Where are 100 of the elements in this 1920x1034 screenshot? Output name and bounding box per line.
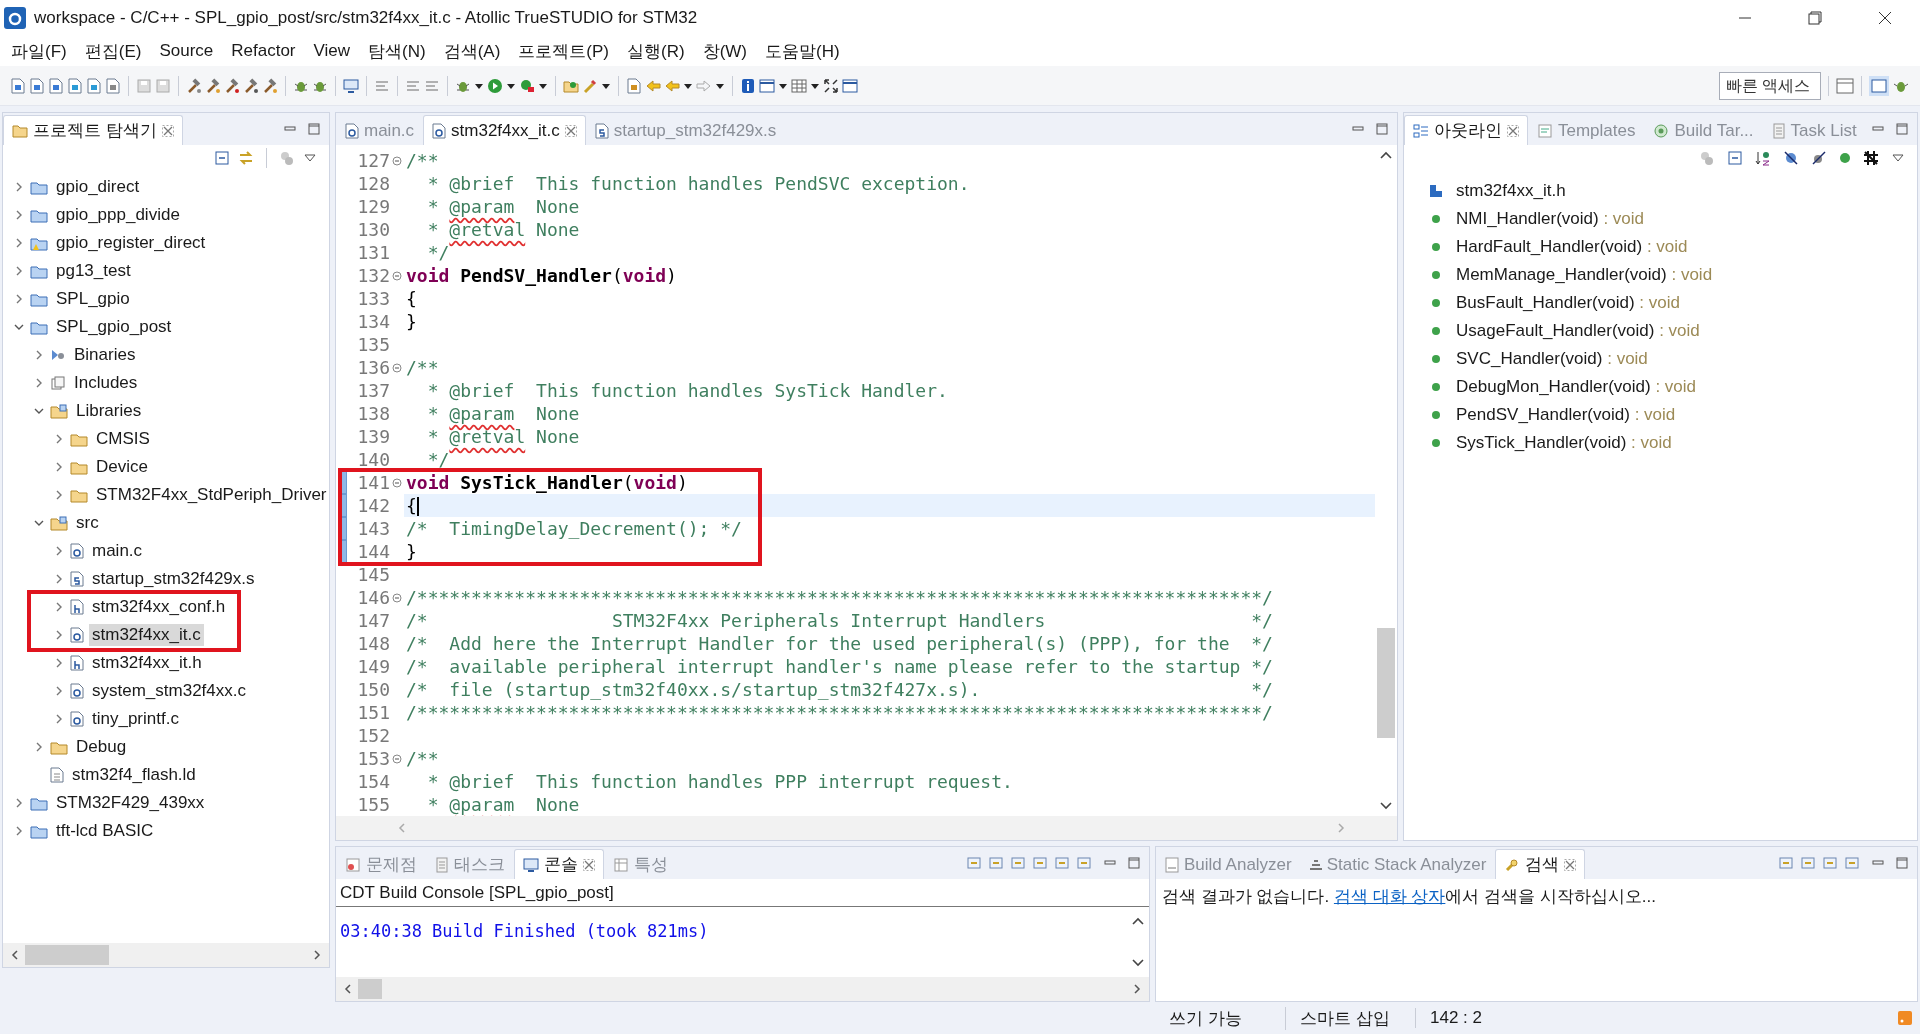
menu-item[interactable]: 편집(E) — [75, 39, 151, 63]
tree-item[interactable]: stm32f4xx_it.h — [89, 652, 205, 674]
tree-item[interactable]: stm32f4_flash.ld — [69, 764, 199, 786]
outline-item[interactable]: MemManage_Handler(void) : void — [1456, 265, 1713, 285]
new-file-icon[interactable] — [48, 77, 64, 94]
fold-icon[interactable] — [392, 362, 402, 373]
maximize-icon[interactable] — [1895, 856, 1909, 870]
scrollbar-thumb[interactable] — [25, 945, 109, 965]
close-icon[interactable] — [161, 124, 174, 137]
menu-item[interactable]: 도움말(H) — [756, 39, 849, 63]
menu-item[interactable]: Refactor — [222, 41, 305, 61]
hammer-icon[interactable] — [224, 77, 240, 94]
tree-item[interactable]: STM32F429_439xx — [53, 792, 208, 814]
scroll-right-icon[interactable] — [1131, 983, 1143, 995]
maximize-icon[interactable] — [307, 122, 321, 136]
fold-icon[interactable] — [392, 477, 402, 488]
tree-item[interactable]: Device — [93, 456, 151, 478]
link-editor-icon[interactable] — [238, 150, 254, 166]
tree-item[interactable]: gpio_ppp_divide — [53, 204, 183, 226]
outline-item[interactable]: NMI_Handler(void) : void — [1456, 209, 1645, 229]
window-icon[interactable] — [759, 77, 775, 94]
quick-access-field[interactable]: 빠른 액세스 — [1719, 71, 1821, 100]
dot-icon[interactable] — [1839, 152, 1851, 164]
import-icon[interactable] — [105, 77, 121, 94]
perspective-icon[interactable] — [1869, 75, 1889, 96]
back-arrow-icon[interactable] — [645, 77, 661, 94]
external-tool-icon[interactable] — [519, 77, 535, 94]
outline-item[interactable]: stm32f4xx_it.h — [1456, 181, 1566, 201]
tree-item[interactable]: pg13_test — [53, 260, 134, 282]
close-icon[interactable] — [583, 858, 595, 871]
tree-item[interactable]: system_stm32f4xx.c — [89, 680, 249, 702]
close-icon[interactable] — [1564, 858, 1577, 871]
tree-item[interactable]: src — [73, 512, 102, 534]
brush-icon[interactable] — [582, 77, 598, 94]
tree-item[interactable]: startup_stm32f429x.s — [89, 568, 258, 590]
outline-item[interactable]: PendSV_Handler(void) : void — [1456, 405, 1676, 425]
collapse-all-icon[interactable] — [214, 150, 230, 166]
sort-icon[interactable] — [1755, 150, 1771, 166]
tree-item[interactable]: gpio_register_direct — [53, 232, 209, 254]
tree-item[interactable]: Includes — [71, 372, 141, 394]
outline-item[interactable]: DebugMon_Handler(void) : void — [1456, 377, 1697, 397]
scroll-left-icon[interactable] — [9, 949, 21, 961]
close-icon[interactable] — [564, 124, 577, 137]
info-icon[interactable] — [740, 77, 756, 94]
hide-fields-icon[interactable] — [1783, 150, 1799, 166]
scroll-left-icon[interactable] — [342, 983, 354, 995]
maximize-icon[interactable] — [1895, 122, 1909, 136]
hash-icon[interactable] — [1863, 150, 1879, 166]
menu-item[interactable]: Source — [150, 41, 223, 61]
doc-icon[interactable] — [626, 77, 642, 94]
new-file-icon[interactable] — [10, 77, 26, 94]
menu-item[interactable]: 실행(R) — [618, 39, 694, 63]
tree-item[interactable]: Binaries — [71, 344, 139, 366]
tree-item[interactable]: STM32F4xx_StdPeriph_Driver — [93, 484, 329, 506]
tab[interactable]: stm32f4xx_it.c — [423, 115, 586, 145]
hammer-icon[interactable] — [262, 77, 278, 94]
hide-static-icon[interactable] — [1811, 150, 1827, 166]
tab[interactable]: 아웃라인 — [1404, 115, 1528, 145]
fold-icon[interactable] — [392, 270, 402, 281]
menu-item[interactable]: 검색(A) — [434, 39, 510, 63]
menu-item[interactable]: 파일(F) — [2, 39, 76, 63]
tab[interactable]: 콘솔 — [514, 849, 604, 879]
hammer-icon[interactable] — [186, 77, 202, 94]
run-icon[interactable] — [487, 77, 503, 94]
outline-item[interactable]: SysTick_Handler(void) : void — [1456, 433, 1672, 453]
tree-item[interactable]: SPL_gpio — [53, 288, 133, 310]
tree-item[interactable]: stm32f4xx_it.c — [89, 624, 204, 646]
maximize-icon[interactable] — [1127, 856, 1141, 870]
hammer-icon[interactable] — [205, 77, 221, 94]
scrollbar-thumb[interactable] — [1377, 628, 1395, 738]
hammer-icon[interactable] — [243, 77, 259, 94]
close-icon[interactable] — [1507, 124, 1519, 137]
collapse-all-icon[interactable] — [1727, 150, 1743, 166]
menu-item[interactable]: View — [304, 41, 360, 61]
new-file-icon[interactable] — [67, 77, 83, 94]
outline-item[interactable]: SVC_Handler(void) : void — [1456, 349, 1648, 369]
fold-icon[interactable] — [392, 155, 402, 166]
new-file-icon[interactable] — [29, 77, 45, 94]
fold-icon[interactable] — [392, 592, 402, 603]
outline-item[interactable]: HardFault_Handler(void) : void — [1456, 237, 1688, 257]
scrollbar-thumb[interactable] — [358, 979, 382, 999]
maximize-icon[interactable] — [1375, 122, 1389, 136]
tree-item[interactable]: CMSIS — [93, 428, 153, 450]
tree-item[interactable]: gpio_direct — [53, 176, 143, 198]
tree-item[interactable]: Libraries — [73, 400, 145, 422]
tree-item[interactable]: stm32f4xx_conf.h — [89, 596, 229, 618]
perspective-icon[interactable] — [1836, 76, 1854, 95]
fold-icon[interactable] — [392, 753, 402, 764]
menu-item[interactable]: 탐색(N) — [359, 39, 435, 63]
outline-item[interactable]: UsageFault_Handler(void) : void — [1456, 321, 1700, 341]
tab[interactable]: 검색 — [1495, 849, 1586, 879]
menu-item[interactable]: 창(W) — [693, 39, 756, 63]
tree-item[interactable]: SPL_gpio_post — [53, 316, 175, 338]
tree-item[interactable]: Debug — [73, 736, 130, 758]
search-dialog-link[interactable]: 검색 대화 상자 — [1333, 887, 1446, 906]
monitor-icon[interactable] — [343, 77, 359, 94]
new-file-icon[interactable] — [86, 77, 102, 94]
scroll-right-icon[interactable] — [311, 949, 323, 961]
outline-item[interactable]: BusFault_Handler(void) : void — [1456, 293, 1680, 313]
menu-item[interactable]: 프로젝트(P) — [509, 39, 618, 63]
